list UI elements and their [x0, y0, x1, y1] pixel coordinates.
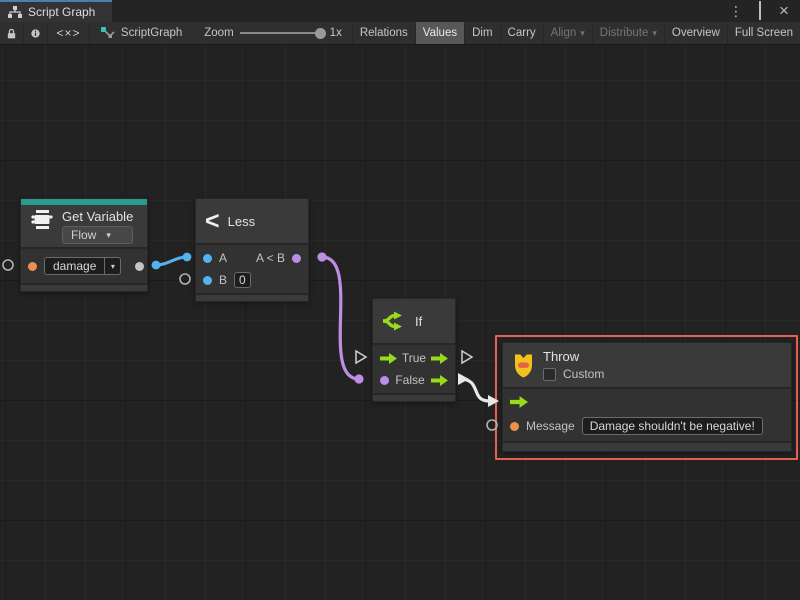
less-row-a: A A < B — [196, 247, 308, 269]
less-result-label: A < B — [256, 251, 285, 265]
less-input-a-label: A — [219, 251, 227, 265]
script-graph-window: Script Graph ⋮ × <×> — [0, 0, 800, 600]
if-false-output-port[interactable] — [431, 375, 448, 386]
variable-name-port[interactable] — [28, 262, 37, 271]
variable-kind-label: Flow — [71, 228, 96, 242]
variable-name-value: damage — [45, 258, 104, 274]
wire-damage-start-dot — [152, 261, 161, 270]
custom-label: Custom — [563, 367, 604, 381]
fullscreen-button[interactable]: Full Screen — [728, 22, 800, 44]
if-false-label: False — [395, 373, 424, 387]
wire-damage-to-a[interactable] — [156, 257, 187, 265]
relations-button[interactable]: Relations — [353, 22, 416, 44]
unconnected-flow-if-input[interactable] — [356, 351, 366, 363]
if-flow-input-port[interactable] — [380, 353, 397, 364]
wire-damage-end-dot — [183, 253, 192, 262]
tab-bar: Script Graph ⋮ × — [0, 0, 800, 22]
graph-canvas[interactable]: Get Variable Flow ▾ damage ▾ — [0, 45, 800, 600]
less-input-a-port[interactable] — [203, 254, 212, 263]
unconnected-flow-if-true[interactable] — [462, 351, 472, 363]
unconnected-port-less-b[interactable] — [180, 274, 190, 284]
throw-shield-icon — [512, 352, 535, 379]
variable-kind-dropdown[interactable]: Flow ▾ — [62, 226, 133, 244]
variable-kind-caret-icon: ▾ — [106, 230, 111, 241]
info-button[interactable] — [24, 22, 48, 44]
maximize-icon[interactable] — [752, 4, 768, 18]
window-menu-icon[interactable]: ⋮ — [728, 4, 744, 18]
distribute-caret-icon: ▾ — [652, 28, 657, 39]
get-variable-port-row: damage ▾ — [21, 251, 147, 281]
less-operator-icon: < — [205, 209, 220, 234]
variable-name-dropdown[interactable]: damage ▾ — [44, 257, 121, 275]
if-true-label: True — [402, 351, 426, 365]
code-view-button[interactable]: <×> — [48, 22, 90, 44]
lock-button[interactable] — [0, 22, 24, 44]
throw-message-label: Message — [526, 419, 575, 433]
distribute-dropdown[interactable]: Distribute ▾ — [593, 22, 665, 44]
less-b-value-field[interactable]: 0 — [234, 272, 251, 288]
lock-icon — [7, 27, 16, 40]
tab-title: Script Graph — [28, 5, 95, 19]
throw-flow-row — [503, 391, 791, 413]
less-footer — [196, 293, 308, 301]
wire-less-end-dot — [354, 374, 363, 383]
node-less[interactable]: < Less A A < B B 0 — [195, 198, 309, 302]
less-title: Less — [228, 214, 255, 229]
variable-value-output-port[interactable] — [135, 262, 144, 271]
if-row-true: True — [373, 347, 455, 369]
dim-button[interactable]: Dim — [465, 22, 500, 44]
wire-less-to-if[interactable] — [322, 257, 359, 379]
node-throw[interactable]: Throw Custom Message Damage shouldn't — [502, 342, 792, 452]
toolbar-middle: ScriptGraph Zoom 1x — [90, 22, 353, 44]
zoom-value: 1x — [330, 27, 342, 39]
maximize-glyph — [759, 1, 761, 20]
variable-name-caret-icon: ▾ — [104, 258, 120, 274]
graph-chip[interactable]: ScriptGraph — [100, 26, 182, 40]
info-icon — [31, 27, 40, 40]
if-footer — [373, 393, 455, 401]
distribute-label: Distribute — [600, 27, 649, 39]
throw-footer — [503, 441, 791, 451]
less-row-b: B 0 — [196, 269, 308, 291]
if-row-false: False — [373, 369, 455, 391]
wire-less-start-dot — [317, 252, 326, 261]
less-input-b-port[interactable] — [203, 276, 212, 285]
throw-message-field[interactable]: Damage shouldn't be negative! — [582, 417, 763, 435]
close-icon[interactable]: × — [776, 4, 792, 18]
align-dropdown[interactable]: Align ▾ — [544, 22, 593, 44]
values-button[interactable]: Values — [416, 22, 465, 44]
throw-flow-input-port[interactable] — [510, 396, 528, 408]
tab-script-graph[interactable]: Script Graph — [0, 0, 112, 22]
if-title: If — [415, 314, 422, 329]
less-result-port[interactable] — [292, 254, 301, 263]
throw-message-port[interactable] — [510, 422, 519, 431]
graph-hierarchy-icon — [8, 6, 22, 19]
get-variable-footer — [21, 283, 147, 291]
align-caret-icon: ▾ — [580, 28, 585, 39]
zoom-label: Zoom — [204, 27, 233, 39]
script-graph-icon — [100, 26, 115, 40]
wire-false-to-throw[interactable] — [460, 379, 489, 401]
less-input-b-label: B — [219, 273, 227, 287]
node-if[interactable]: If True False — [372, 298, 456, 402]
carry-button[interactable]: Carry — [501, 22, 544, 44]
node-get-variable[interactable]: Get Variable Flow ▾ damage ▾ — [20, 198, 148, 292]
if-true-output-port[interactable] — [431, 353, 448, 364]
zoom-slider-knob[interactable] — [315, 28, 326, 39]
branch-icon — [382, 310, 407, 332]
graph-toolbar: <×> ScriptGraph Zoom 1x Relations Values… — [0, 22, 800, 45]
unconnected-port-get-variable[interactable] — [3, 260, 13, 270]
get-variable-title: Get Variable — [62, 209, 133, 224]
wire-false-start-arrow — [458, 373, 469, 385]
graph-name-label: ScriptGraph — [121, 27, 182, 39]
align-label: Align — [551, 27, 577, 39]
custom-checkbox[interactable] — [543, 368, 556, 381]
variable-icon — [30, 209, 54, 230]
throw-title: Throw — [543, 349, 604, 364]
zoom-slider[interactable] — [240, 32, 324, 34]
overview-button[interactable]: Overview — [665, 22, 728, 44]
if-condition-port[interactable] — [380, 376, 389, 385]
throw-message-row: Message Damage shouldn't be negative! — [503, 413, 791, 439]
